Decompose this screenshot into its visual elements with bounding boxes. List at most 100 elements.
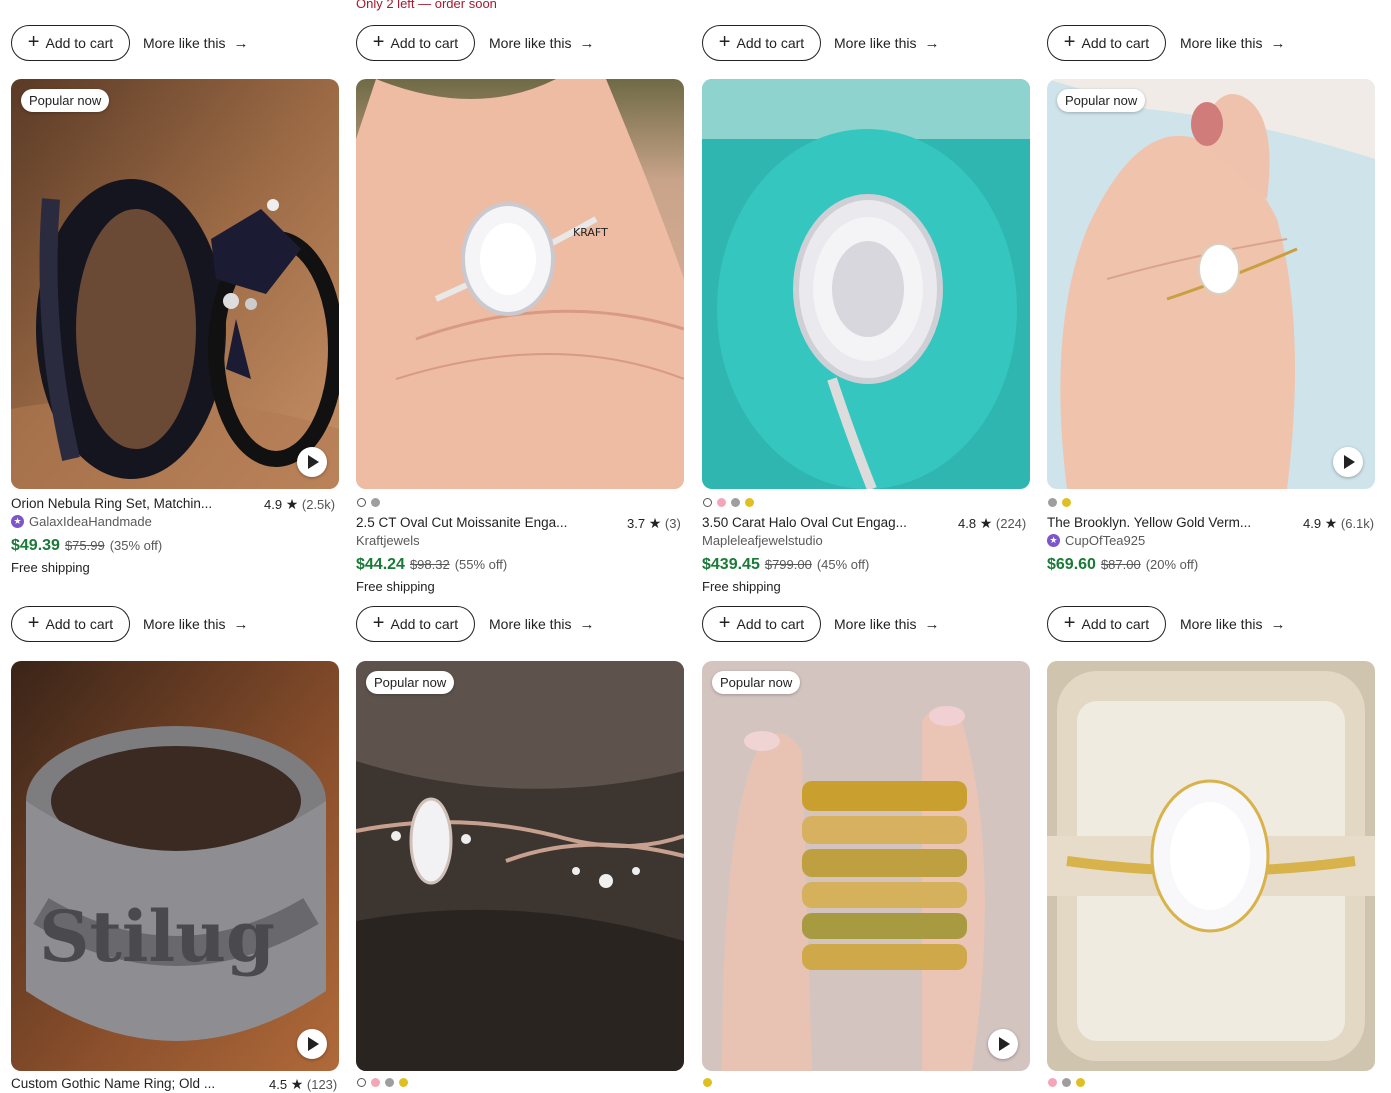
plus-icon: + — [718, 31, 731, 53]
shop-name[interactable]: ★ GalaxIdeaHandmade — [11, 514, 152, 529]
black-ring-set-image — [11, 79, 339, 489]
more-like-this-label: More like this — [143, 35, 226, 51]
add-to-cart-button[interactable]: + Add to cart — [11, 25, 130, 61]
add-to-cart-label: Add to cart — [390, 616, 459, 632]
add-to-cart-label: Add to cart — [736, 35, 805, 51]
listing-photo[interactable]: Popular now — [1047, 79, 1375, 489]
add-to-cart-label: Add to cart — [390, 35, 459, 51]
play-video-button[interactable] — [297, 1029, 327, 1059]
add-to-cart-label: Add to cart — [736, 616, 805, 632]
shop-label: GalaxIdeaHandmade — [29, 514, 152, 529]
shop-name[interactable]: ★ CupOfTea925 — [1047, 533, 1145, 548]
discount: (20% off) — [1145, 557, 1199, 572]
more-like-this-link[interactable]: More like this → — [1180, 606, 1285, 642]
color-swatches — [357, 498, 380, 507]
gothic-name-ring-image: Stilug — [11, 661, 339, 1071]
more-like-this-link[interactable]: More like this → — [489, 606, 594, 642]
add-to-cart-button[interactable]: + Add to cart — [11, 606, 130, 642]
swatch-rose — [1048, 1078, 1057, 1087]
star-seller-icon: ★ — [1047, 534, 1060, 547]
original-price: $799.00 — [764, 557, 812, 572]
listing-photo[interactable] — [702, 79, 1030, 489]
add-to-cart-button[interactable]: + Add to cart — [702, 606, 821, 642]
popular-now-badge: Popular now — [712, 671, 801, 694]
original-price: $87.00 — [1100, 557, 1141, 572]
listing-photo[interactable]: Popular now — [356, 661, 684, 1071]
play-video-button[interactable] — [988, 1029, 1018, 1059]
svg-text:Stilug: Stilug — [39, 895, 275, 978]
rating-value: 4.9 — [1303, 516, 1322, 531]
add-to-cart-button[interactable]: + Add to cart — [356, 606, 475, 642]
add-to-cart-button[interactable]: + Add to cart — [702, 25, 821, 61]
star-icon: ★ — [290, 1076, 304, 1092]
listing-title[interactable]: The Brooklyn. Yellow Gold Verm... — [1047, 515, 1277, 530]
play-icon — [999, 1037, 1010, 1051]
arrow-right-icon: → — [924, 615, 940, 633]
listing-title[interactable]: 3.50 Carat Halo Oval Cut Engag... — [702, 515, 932, 530]
play-icon — [308, 1037, 319, 1051]
shop-name[interactable]: Mapleleafjewelstudio — [702, 533, 823, 548]
more-like-this-link[interactable]: More like this → — [834, 606, 939, 642]
add-to-cart-label: Add to cart — [1081, 35, 1150, 51]
arrow-right-icon: → — [579, 34, 595, 52]
shipping: Free shipping — [702, 579, 781, 594]
listing-photo[interactable] — [1047, 661, 1375, 1071]
review-count: (3) — [664, 516, 681, 531]
more-like-this-label: More like this — [489, 35, 572, 51]
color-swatches — [703, 1078, 712, 1087]
discount: (45% off) — [816, 557, 870, 572]
listing-photo[interactable]: Popular now — [11, 79, 339, 489]
more-like-this-link[interactable]: More like this → — [143, 606, 248, 642]
listing-title[interactable]: Orion Nebula Ring Set, Matchin... — [11, 496, 241, 511]
more-like-this-label: More like this — [143, 616, 226, 632]
more-like-this-link[interactable]: More like this → — [1180, 25, 1285, 61]
more-like-this-label: More like this — [1180, 35, 1263, 51]
arrow-right-icon: → — [233, 34, 249, 52]
more-like-this-link[interactable]: More like this → — [834, 25, 939, 61]
color-swatches — [1048, 1078, 1085, 1087]
oval-moissanite-ring-image: KRAFT — [356, 79, 684, 489]
swatch-silver — [1048, 498, 1057, 507]
arrow-right-icon: → — [579, 615, 595, 633]
rating: 4.9 ★ (2.5k) — [264, 496, 335, 513]
add-to-cart-button[interactable]: + Add to cart — [1047, 25, 1166, 61]
more-like-this-link[interactable]: More like this → — [489, 25, 594, 61]
add-to-cart-label: Add to cart — [1081, 616, 1150, 632]
rating: 4.5 ★ (123) — [269, 1076, 337, 1093]
add-to-cart-label: Add to cart — [45, 35, 114, 51]
oval-solitaire-ring-image — [1047, 661, 1375, 1071]
price: $44.24 $98.32 (55% off) — [356, 556, 507, 574]
review-count: (6.1k) — [1340, 516, 1375, 531]
more-like-this-label: More like this — [1180, 616, 1263, 632]
swatch-silver — [1062, 1078, 1071, 1087]
sale-price: $439.45 — [702, 556, 760, 573]
plus-icon: + — [372, 31, 385, 53]
listing-photo[interactable]: KRAFT — [356, 79, 684, 489]
more-like-this-label: More like this — [834, 616, 917, 632]
discount: (35% off) — [109, 538, 163, 553]
add-to-cart-button[interactable]: + Add to cart — [1047, 606, 1166, 642]
arrow-right-icon: → — [1270, 34, 1286, 52]
listing-photo[interactable]: Stilug — [11, 661, 339, 1071]
review-count: (224) — [995, 516, 1027, 531]
star-icon: ★ — [979, 515, 993, 531]
listing-title[interactable]: 2.5 CT Oval Cut Moissanite Enga... — [356, 515, 586, 530]
review-count: (2.5k) — [301, 497, 336, 512]
rating-value: 3.7 — [627, 516, 646, 531]
listing-photo[interactable]: Popular now — [702, 661, 1030, 1071]
star-icon: ★ — [648, 515, 662, 531]
marquise-ring-set-image — [356, 661, 684, 1071]
play-video-button[interactable] — [297, 447, 327, 477]
swatch-white — [357, 498, 366, 507]
swatch-rose — [717, 498, 726, 507]
swatch-silver — [371, 498, 380, 507]
more-like-this-link[interactable]: More like this → — [143, 25, 248, 61]
shop-label: CupOfTea925 — [1065, 533, 1146, 548]
shop-name[interactable]: Kraftjewels — [356, 533, 420, 548]
listing-title[interactable]: Custom Gothic Name Ring; Old ... — [11, 1076, 241, 1091]
original-price: $75.99 — [64, 538, 105, 553]
add-to-cart-button[interactable]: + Add to cart — [356, 25, 475, 61]
swatch-gold — [745, 498, 754, 507]
halo-oval-ring-image — [702, 79, 1030, 489]
play-video-button[interactable] — [1333, 447, 1363, 477]
